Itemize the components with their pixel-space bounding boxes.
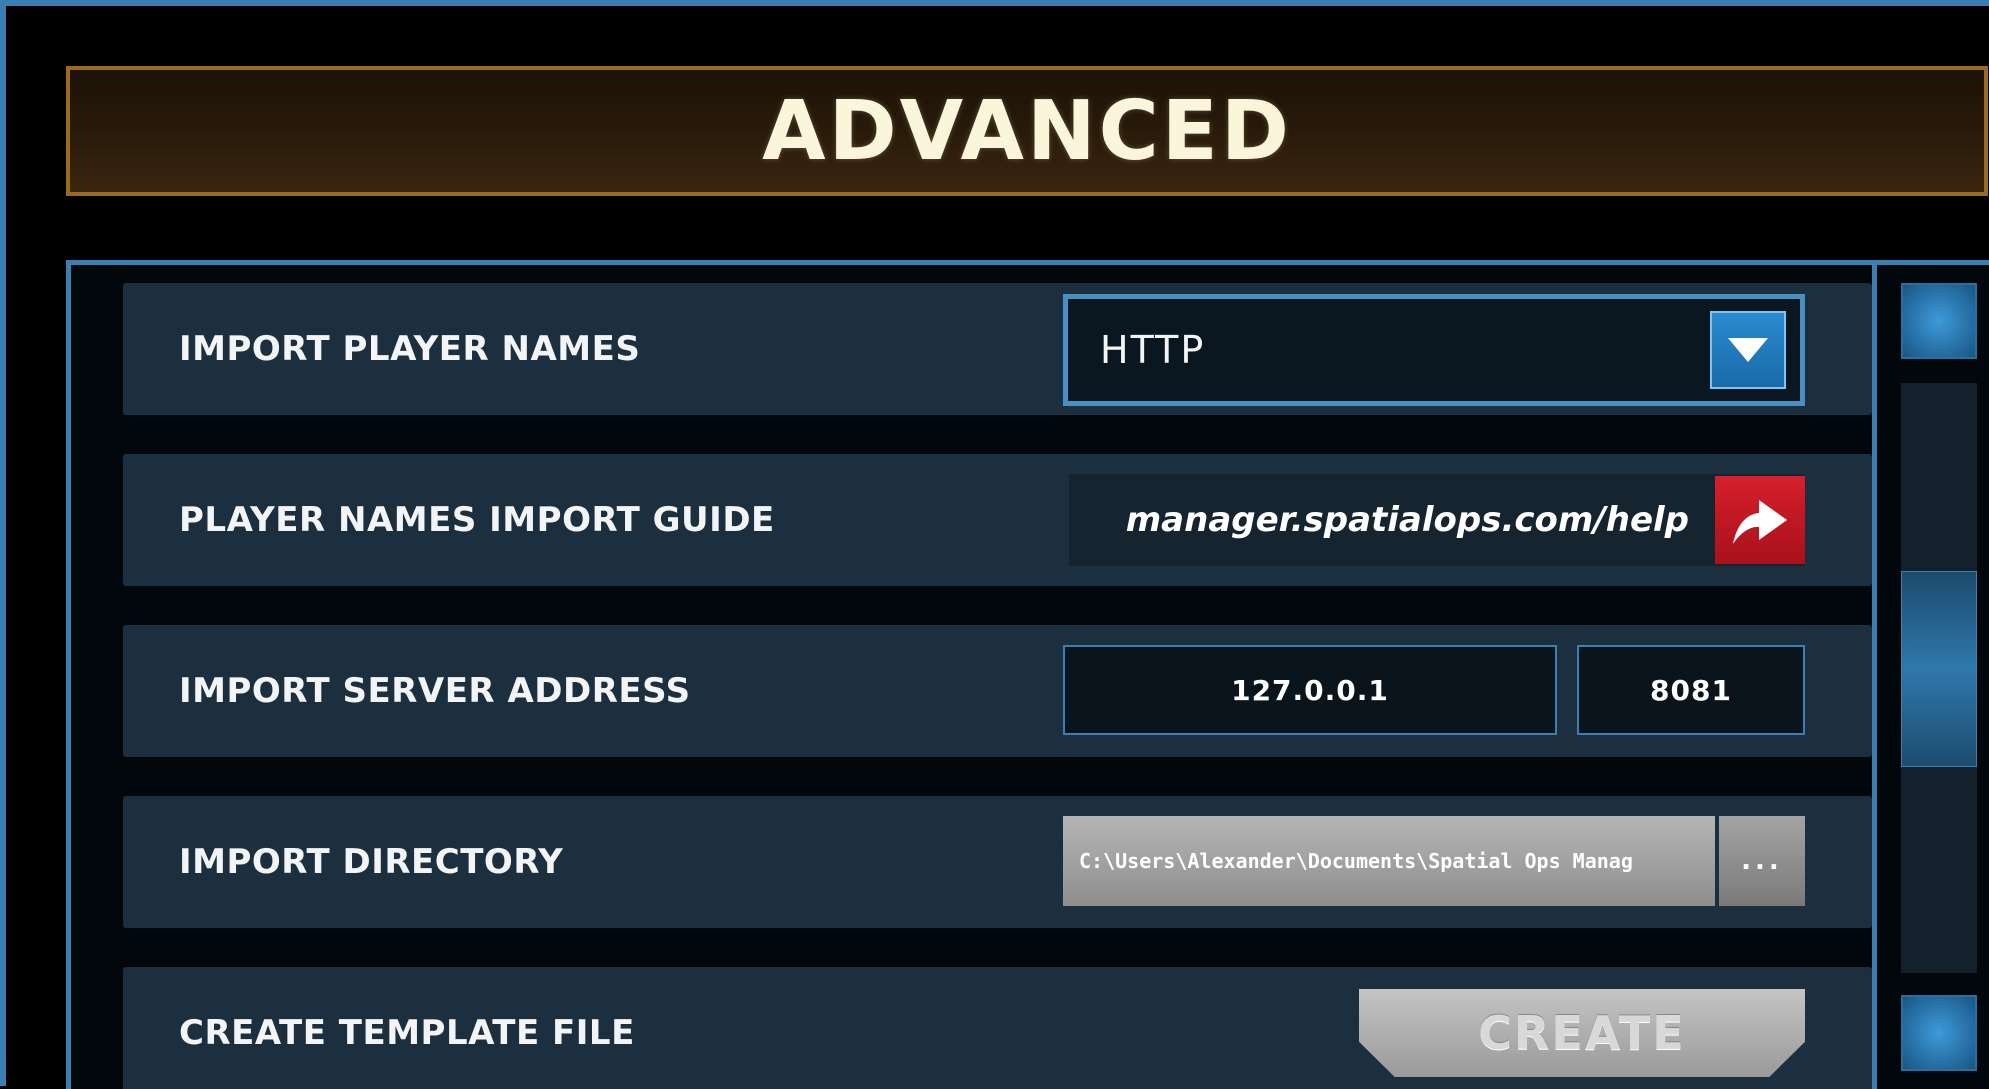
server-address-label: IMPORT SERVER ADDRESS xyxy=(179,671,691,711)
scrollbar[interactable] xyxy=(1877,265,1989,1089)
server-ip-input[interactable]: 127.0.0.1 xyxy=(1063,645,1557,735)
row-import-directory: IMPORT DIRECTORY C:\Users\Alexander\Docu… xyxy=(123,796,1872,928)
guide-link-box: manager.spatialops.com/help xyxy=(1069,474,1805,566)
share-arrow-icon xyxy=(1733,500,1787,544)
import-method-dropdown[interactable]: HTTP xyxy=(1063,294,1805,406)
import-directory-label: IMPORT DIRECTORY xyxy=(179,842,564,882)
scroll-down-button[interactable] xyxy=(1901,995,1977,1071)
row-template-file: CREATE TEMPLATE FILE CREATE xyxy=(123,967,1872,1089)
create-template-button[interactable]: CREATE xyxy=(1359,989,1805,1077)
dropdown-toggle-button[interactable] xyxy=(1710,311,1786,389)
title-banner: ADVANCED xyxy=(66,66,1988,196)
row-server-address: IMPORT SERVER ADDRESS 127.0.0.1 8081 xyxy=(123,625,1872,757)
row-import-guide: PLAYER NAMES IMPORT GUIDE manager.spatia… xyxy=(123,454,1872,586)
scroll-up-button[interactable] xyxy=(1901,283,1977,359)
import-player-names-label: IMPORT PLAYER NAMES xyxy=(179,329,641,369)
open-guide-button[interactable] xyxy=(1715,476,1805,564)
scroll-thumb[interactable] xyxy=(1901,571,1977,767)
template-file-label: CREATE TEMPLATE FILE xyxy=(179,1013,635,1053)
settings-list: IMPORT PLAYER NAMES HTTP PLAYER NAMES IM… xyxy=(71,265,1877,1089)
import-guide-label: PLAYER NAMES IMPORT GUIDE xyxy=(179,500,775,540)
browse-directory-button[interactable]: ... xyxy=(1719,816,1805,906)
chevron-down-icon xyxy=(1728,338,1768,362)
settings-panel: IMPORT PLAYER NAMES HTTP PLAYER NAMES IM… xyxy=(66,260,1989,1089)
server-port-input[interactable]: 8081 xyxy=(1577,645,1805,735)
dropdown-selected-value: HTTP xyxy=(1100,328,1206,372)
page-title: ADVANCED xyxy=(762,83,1292,179)
guide-link[interactable]: manager.spatialops.com/help xyxy=(1069,474,1689,566)
row-import-player-names: IMPORT PLAYER NAMES HTTP xyxy=(123,283,1872,415)
import-directory-input[interactable]: C:\Users\Alexander\Documents\Spatial Ops… xyxy=(1063,816,1715,906)
window-frame: ADVANCED IMPORT PLAYER NAMES HTTP PLAYER… xyxy=(0,0,1989,1089)
